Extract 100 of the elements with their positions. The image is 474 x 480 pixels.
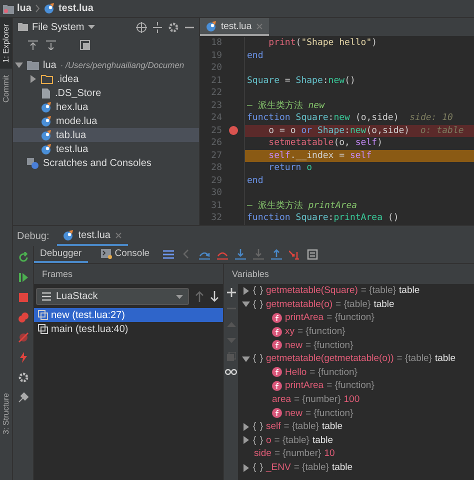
resume-icon[interactable] (18, 272, 28, 283)
line-number: 28 (210, 163, 222, 174)
pin-icon[interactable] (18, 392, 28, 403)
settings-icon[interactable] (168, 22, 179, 32)
side-tab[interactable]: 1: Explorer (0, 18, 12, 69)
variable-name: Hello (285, 366, 307, 378)
collapse-all-icon[interactable] (46, 40, 56, 50)
tree-row[interactable]: Scratches and Consoles (13, 156, 199, 170)
tree-row[interactable]: .DS_Store (13, 86, 199, 100)
variable-row[interactable]: printArea = {function} (238, 311, 474, 325)
variable-row[interactable]: xy = {function} (238, 324, 474, 338)
side-tab[interactable]: Commit (0, 68, 12, 108)
variable-row[interactable]: self = {table} table (238, 420, 474, 434)
breadcrumb[interactable]: test.lua (44, 3, 94, 14)
variable-row[interactable]: side = {number} 10 (238, 447, 474, 461)
rerun-icon[interactable] (18, 252, 28, 263)
lightning-icon[interactable] (18, 352, 28, 363)
console-icon (100, 248, 112, 258)
stack-frame[interactable]: new (test.lua:27) (34, 308, 223, 322)
variable-name: new (285, 408, 302, 419)
expanded-arrow-icon[interactable] (242, 300, 250, 308)
variable-row[interactable]: new = {function} (238, 406, 474, 420)
variable-value: table (434, 353, 456, 364)
line-number: 25 (210, 126, 222, 136)
tree-row[interactable]: tab.lua (13, 128, 199, 142)
variable-name: new (285, 340, 302, 351)
variable-row[interactable]: area = {number} 100 (238, 392, 474, 406)
add-icon[interactable] (226, 288, 236, 297)
debug-session-tab[interactable]: test.lua (57, 226, 128, 246)
run-to-cursor-icon[interactable] (288, 249, 300, 260)
variable-row[interactable]: _ENV = {table} table (238, 460, 474, 474)
tree-row[interactable]: mode.lua (13, 114, 199, 128)
code-line: — 派生类方法 printArea (244, 200, 474, 212)
code-line: — 派生类方法 new (244, 100, 474, 112)
line-number: 21 (210, 76, 222, 86)
braces-icon (253, 354, 263, 364)
tree-row[interactable]: test.lua (13, 142, 199, 156)
breakpoints-icon[interactable] (18, 312, 28, 323)
stack-frame[interactable]: main (test.lua:40) (34, 322, 223, 336)
view-selector[interactable]: File System (18, 22, 96, 32)
breakpoint-icon[interactable] (228, 126, 238, 136)
collapsed-arrow-icon[interactable] (242, 286, 250, 295)
stop-icon[interactable] (18, 292, 28, 303)
variable-row[interactable]: Hello = {function} (238, 366, 474, 380)
expand-all-icon[interactable] (28, 40, 38, 50)
line-number: 22 (210, 88, 222, 98)
collapse-icon[interactable] (153, 22, 162, 32)
glasses-icon[interactable] (225, 368, 237, 376)
project-icon (3, 4, 14, 14)
up-arrow-icon[interactable] (195, 291, 204, 302)
line-number: 23 (210, 100, 222, 111)
settings-icon[interactable] (18, 372, 28, 383)
variable-row[interactable]: getmetatable(o) = {table} table (238, 298, 474, 312)
tree-row[interactable]: .idea (13, 72, 199, 86)
expanded-arrow-icon[interactable] (15, 61, 23, 69)
close-icon[interactable] (114, 232, 122, 238)
variable-row[interactable]: new = {function} (238, 338, 474, 352)
mute-breakpoints-icon[interactable] (18, 332, 28, 343)
step-out-icon[interactable] (270, 249, 282, 260)
tree-row[interactable]: lua · /Users/penghuailiang/Documen (13, 58, 199, 72)
tree-item-label: tab.lua (56, 130, 86, 140)
variable-value: table (399, 285, 420, 296)
line-number: 26 (210, 138, 222, 148)
folder-icon (18, 23, 28, 31)
breadcrumb[interactable]: lua (3, 3, 32, 14)
debug-view-tab[interactable]: Console (94, 246, 156, 263)
frames-title: Frames (34, 264, 223, 284)
editor-tab[interactable]: test.lua (200, 18, 269, 36)
variable-row[interactable]: o = {table} table (238, 434, 474, 448)
lua-file-icon (41, 130, 52, 140)
variable-row[interactable]: getmetatable(Square) = {table} table (238, 284, 474, 298)
tree-row[interactable]: hex.lua (13, 100, 199, 114)
variable-type: = {number} (294, 394, 341, 406)
collapsed-arrow-icon[interactable] (242, 464, 250, 472)
variable-type: = {function} (326, 312, 374, 324)
variable-row[interactable]: printArea = {function} (238, 379, 474, 393)
collapsed-arrow-icon[interactable] (29, 75, 37, 83)
line-number: 31 (210, 200, 222, 211)
code-line: print("Shape hello") (244, 37, 474, 50)
expanded-arrow-icon[interactable] (242, 354, 250, 363)
tree-item-label: Scratches and Consoles (43, 158, 152, 168)
variable-value: table (312, 434, 334, 446)
tree-item-label: mode.lua (56, 116, 98, 126)
step-in-icon[interactable] (234, 249, 246, 260)
tree-item-label: .idea (57, 74, 79, 84)
function-icon (272, 326, 282, 337)
window-icon[interactable] (80, 40, 90, 50)
list-icon[interactable] (162, 249, 174, 260)
line-number: 29 (210, 176, 222, 186)
folder-path: · /Users/penghuailiang/Documen (60, 60, 184, 70)
stack-dropdown[interactable]: LuaStack (36, 288, 189, 305)
down-arrow-icon[interactable] (210, 291, 219, 302)
variable-row[interactable]: getmetatable(getmetatable(o)) = {table} table (238, 352, 474, 366)
crosshair-icon[interactable] (136, 22, 147, 32)
evaluate-icon[interactable] (306, 249, 318, 260)
braces-icon (253, 286, 263, 296)
variable-name: printArea (285, 380, 324, 392)
variable-value: table (332, 462, 353, 474)
braces-icon (253, 300, 263, 309)
side-tab[interactable]: 3: Structure (0, 386, 12, 440)
